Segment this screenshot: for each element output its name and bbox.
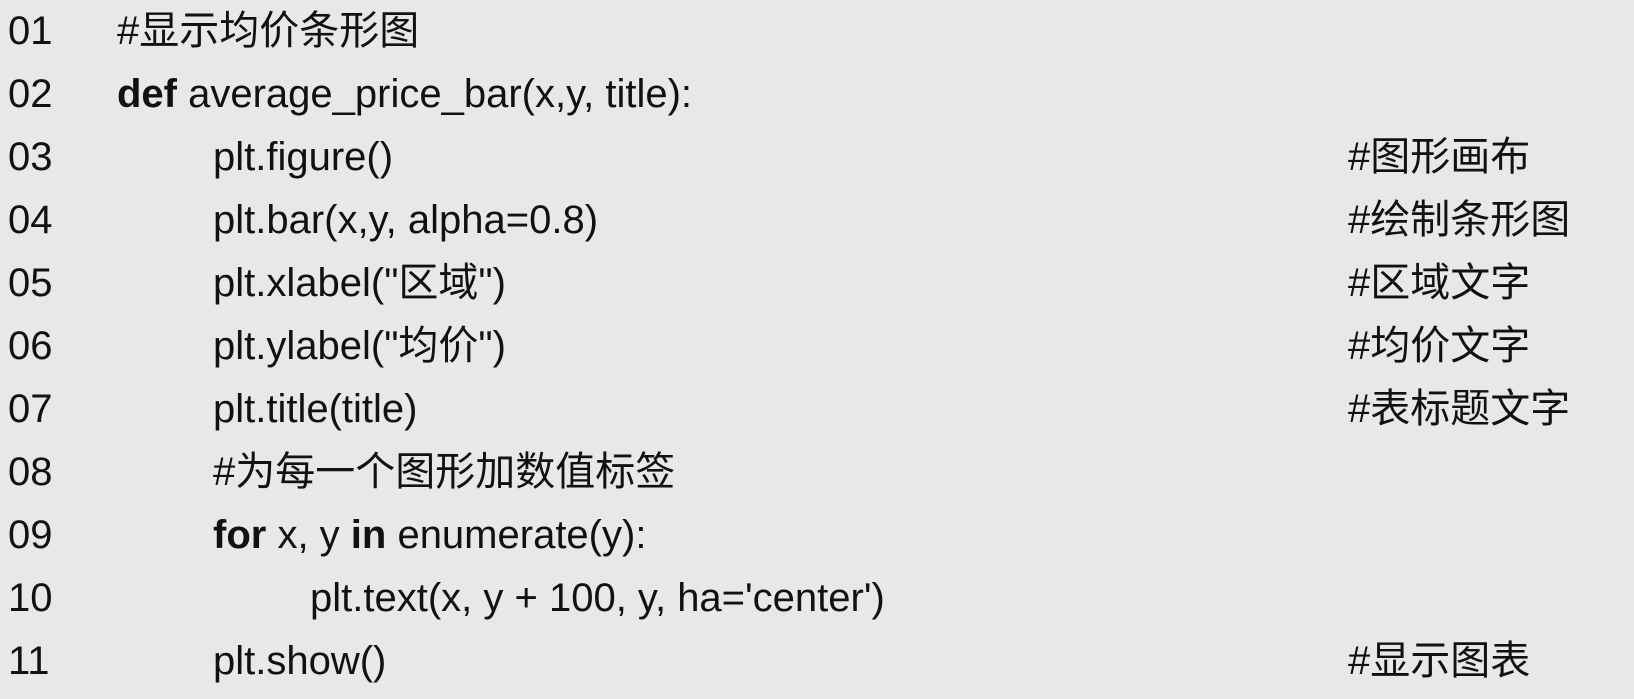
code-line-08: 08 #为每一个图形加数值标签 <box>0 441 1634 504</box>
code-text: plt.bar(x,y, alpha=0.8) <box>213 198 599 242</box>
inline-comment: #区域文字 <box>1348 261 1531 305</box>
inline-comment: #图形画布 <box>1348 135 1531 179</box>
in-keyword: in <box>350 513 387 557</box>
inline-comment: #表标题文字 <box>1348 387 1571 431</box>
code-line-10: 10 plt.text(x, y + 100, y, ha='center') <box>0 567 1634 630</box>
code-text: plt.text(x, y + 100, y, ha='center') <box>310 576 885 620</box>
code-line-11: 11 plt.show() #显示图表 <box>0 630 1634 693</box>
code-comment-text: #显示均价条形图 <box>117 9 420 53</box>
function-signature: average_price_bar(x,y, title): <box>177 72 693 116</box>
line-number: 06 <box>8 324 53 368</box>
line-number: 10 <box>8 576 53 620</box>
line-number: 08 <box>8 450 53 494</box>
code-line-05: 05 plt.xlabel("区域") #区域文字 <box>0 252 1634 315</box>
code-text: plt.title(title) <box>213 387 418 431</box>
line-number: 04 <box>8 198 53 242</box>
code-line-01: 01 #显示均价条形图 <box>0 0 1634 63</box>
code-line-03: 03 plt.figure() #图形画布 <box>0 126 1634 189</box>
code-line-09: 09 for x, y in enumerate(y): <box>0 504 1634 567</box>
line-number: 01 <box>8 9 53 53</box>
line-number: 07 <box>8 387 53 431</box>
code-text: plt.figure() <box>213 135 394 179</box>
line-number: 05 <box>8 261 53 305</box>
code-text: for x, y in enumerate(y): <box>213 504 646 567</box>
line-number: 02 <box>8 72 53 116</box>
code-line-04: 04 plt.bar(x,y, alpha=0.8) #绘制条形图 <box>0 189 1634 252</box>
inline-comment: #均价文字 <box>1348 324 1531 368</box>
code-text: plt.show() <box>213 639 387 683</box>
code-line-06: 06 plt.ylabel("均价") #均价文字 <box>0 315 1634 378</box>
code-line-02: 02 def average_price_bar(x,y, title): <box>0 63 1634 126</box>
loop-variables: x, y <box>266 513 351 557</box>
code-text: plt.xlabel("区域") <box>213 261 506 305</box>
code-line-07: 07 plt.title(title) #表标题文字 <box>0 378 1634 441</box>
line-number: 11 <box>8 639 50 683</box>
code-text: def average_price_bar(x,y, title): <box>117 63 692 126</box>
inline-comment: #绘制条形图 <box>1348 198 1571 242</box>
line-number: 09 <box>8 513 53 557</box>
code-listing: 01 #显示均价条形图 02 def average_price_bar(x,y… <box>0 0 1634 699</box>
loop-iterable: enumerate(y): <box>386 513 647 557</box>
code-comment-text: #为每一个图形加数值标签 <box>213 450 676 494</box>
line-number: 03 <box>8 135 53 179</box>
inline-comment: #显示图表 <box>1348 639 1531 683</box>
code-text: plt.ylabel("均价") <box>213 324 506 368</box>
for-keyword: for <box>213 513 267 557</box>
def-keyword: def <box>117 72 177 116</box>
